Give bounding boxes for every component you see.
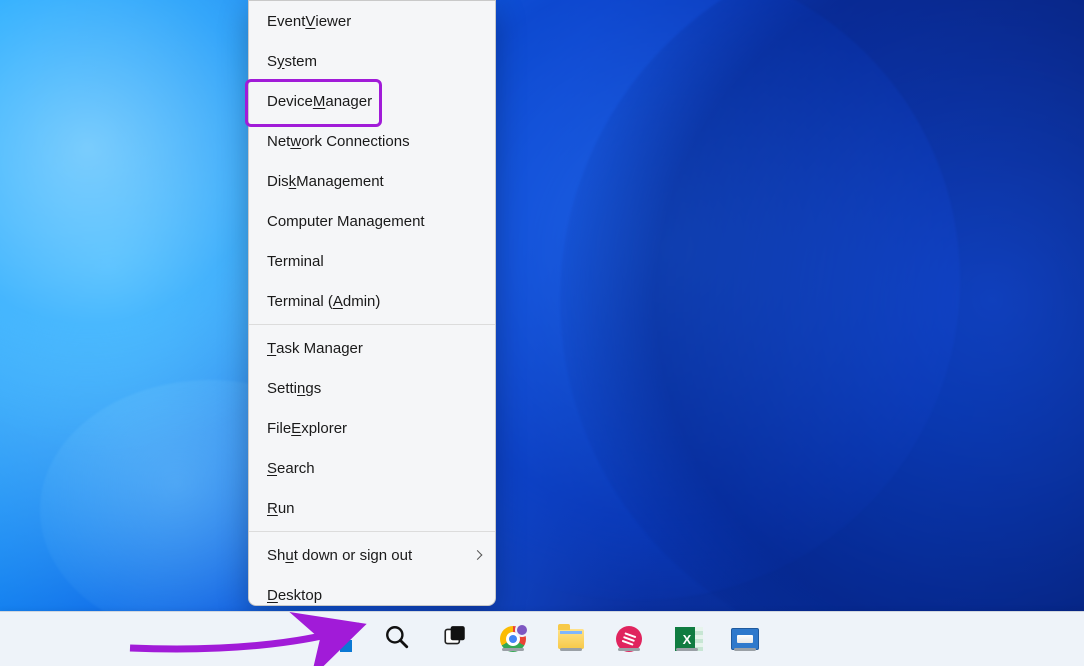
- windows-logo-icon: [326, 626, 352, 652]
- running-indicator: [676, 648, 698, 651]
- winx-item-event-viewer[interactable]: Event Viewer: [249, 1, 495, 41]
- task-view-icon: [442, 624, 468, 655]
- search-button[interactable]: [383, 625, 411, 653]
- running-indicator: [734, 648, 756, 651]
- chrome-app[interactable]: [499, 625, 527, 653]
- terminal-app[interactable]: [731, 625, 759, 653]
- taskbar: X: [0, 611, 1084, 666]
- winx-separator: [249, 324, 495, 325]
- winx-item-terminal-admin[interactable]: Terminal (Admin): [249, 281, 495, 321]
- winx-menu: Event ViewerSystemDevice ManagerNetwork …: [248, 0, 496, 606]
- file-explorer-app[interactable]: [557, 625, 585, 653]
- winx-item-disk-management[interactable]: Disk Management: [249, 161, 495, 201]
- wallpaper-decoration: [560, 0, 1084, 660]
- excel-app[interactable]: X: [673, 625, 701, 653]
- winx-item-terminal[interactable]: Terminal: [249, 241, 495, 281]
- task-view-button[interactable]: [441, 625, 469, 653]
- winx-item-settings[interactable]: Settings: [249, 368, 495, 408]
- winx-item-computer-management[interactable]: Computer Management: [249, 201, 495, 241]
- winx-item-shutdown[interactable]: Shut down or sign out: [249, 535, 495, 575]
- winx-item-file-explorer[interactable]: File Explorer: [249, 408, 495, 448]
- desktop[interactable]: Event ViewerSystemDevice ManagerNetwork …: [0, 0, 1084, 666]
- running-indicator: [502, 648, 524, 651]
- winx-item-task-manager[interactable]: Task Manager: [249, 328, 495, 368]
- recorder-app[interactable]: [615, 625, 643, 653]
- winx-item-run[interactable]: Run: [249, 488, 495, 528]
- start-button[interactable]: [325, 625, 353, 653]
- winx-separator: [249, 531, 495, 532]
- running-indicator: [618, 648, 640, 651]
- search-icon: [384, 624, 410, 655]
- winx-item-system[interactable]: System: [249, 41, 495, 81]
- winx-item-device-manager[interactable]: Device Manager: [249, 81, 495, 121]
- terminal-icon: [731, 628, 759, 650]
- file-explorer-icon: [558, 629, 584, 649]
- running-indicator: [560, 648, 582, 651]
- winx-item-search[interactable]: Search: [249, 448, 495, 488]
- winx-item-network-connections[interactable]: Network Connections: [249, 121, 495, 161]
- winx-item-desktop[interactable]: Desktop: [249, 575, 495, 606]
